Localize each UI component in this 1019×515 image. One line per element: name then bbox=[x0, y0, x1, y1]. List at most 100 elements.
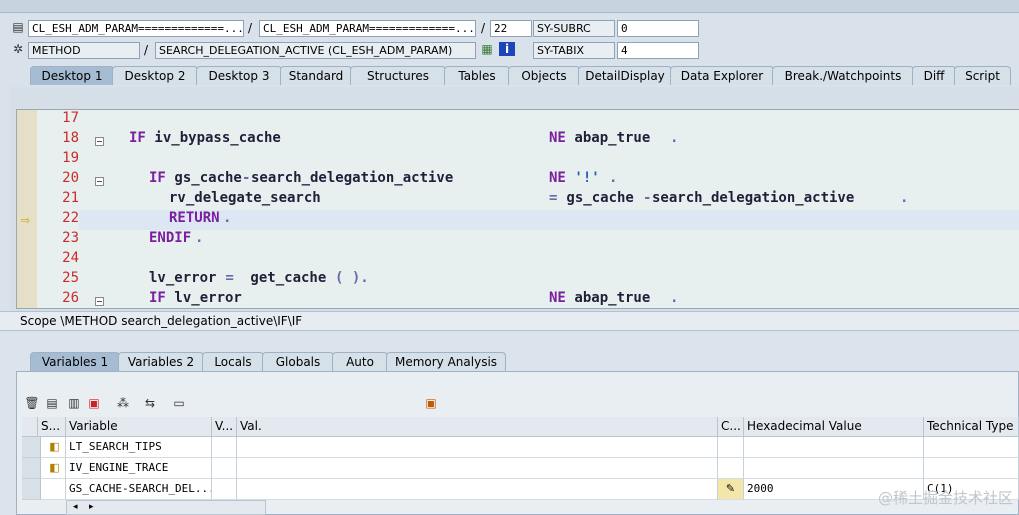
code-token: . bbox=[609, 170, 618, 186]
separator: / bbox=[248, 21, 253, 35]
code-token: get_cache bbox=[242, 270, 327, 286]
transfer-icon[interactable]: ⇆ bbox=[142, 396, 158, 410]
tab-variables-2[interactable]: Variables 2 bbox=[118, 352, 204, 371]
tab-desktop-1[interactable]: Desktop 1 bbox=[30, 66, 114, 85]
column-header-type[interactable]: Technical Type bbox=[924, 417, 1019, 437]
folder-icon[interactable]: ▭ bbox=[171, 396, 187, 410]
tab-memory-analysis[interactable]: Memory Analysis bbox=[386, 352, 506, 371]
execution-pointer-icon: ⇨ bbox=[21, 214, 31, 227]
column-header-value[interactable]: Val. bbox=[237, 417, 718, 437]
line-field[interactable]: 22 bbox=[490, 20, 532, 37]
line-number: 20 bbox=[62, 170, 79, 186]
code-token: IF bbox=[129, 130, 146, 146]
code-token: . bbox=[670, 290, 679, 306]
tab-auto[interactable]: Auto bbox=[332, 352, 388, 371]
tab-variables-1[interactable]: Variables 1 bbox=[30, 352, 120, 371]
desktop-tabs: Desktop 1 Desktop 2 Desktop 3 Standard S… bbox=[8, 66, 1019, 86]
variable-name[interactable]: GS_CACHE-SEARCH_DEL... bbox=[66, 479, 212, 500]
code-token: gs_cache bbox=[558, 190, 634, 206]
tab-structures[interactable]: Structures bbox=[350, 66, 446, 85]
code-editor[interactable]: ⇨ 17 18 19 20 21 22 23 24 25 26 IF iv_by… bbox=[16, 109, 1019, 309]
separator: / bbox=[144, 43, 149, 57]
code-token: abap_true bbox=[566, 290, 651, 306]
scope-bar: Scope \METHOD search_delegation_active\I… bbox=[0, 311, 1019, 331]
tab-data-explorer[interactable]: Data Explorer bbox=[670, 66, 774, 85]
tab-tables[interactable]: Tables bbox=[444, 66, 510, 85]
import-icon[interactable]: ▣ bbox=[86, 396, 102, 410]
code-token: search_delegation_active bbox=[251, 170, 454, 186]
row-selector[interactable] bbox=[22, 458, 41, 479]
delete-icon[interactable]: 🗑 bbox=[24, 396, 40, 410]
tree-icon[interactable]: ⁂ bbox=[115, 396, 131, 410]
sysfield-name-2: SY-TABIX bbox=[533, 42, 615, 59]
tab-breakpoints[interactable]: Break./Watchpoints bbox=[772, 66, 914, 85]
sysfield-value-1[interactable]: 0 bbox=[617, 20, 699, 37]
column-header-change[interactable]: C... bbox=[718, 417, 744, 437]
code-token: = bbox=[217, 270, 234, 286]
tab-desktop-2[interactable]: Desktop 2 bbox=[112, 66, 198, 85]
navigate-icon[interactable]: ▦ bbox=[479, 42, 495, 56]
code-token: - bbox=[242, 170, 251, 186]
column-header-hex[interactable]: Hexadecimal Value bbox=[744, 417, 924, 437]
table-icon: ◧ bbox=[41, 437, 66, 458]
info-icon[interactable]: i bbox=[499, 42, 515, 56]
tab-desktop-3[interactable]: Desktop 3 bbox=[196, 66, 282, 85]
code-token: - bbox=[643, 190, 652, 206]
column-header-variable[interactable]: Variable bbox=[66, 417, 212, 437]
variable-value[interactable] bbox=[237, 437, 718, 458]
variable-hex bbox=[744, 458, 924, 479]
export-icon[interactable]: ▥ bbox=[66, 396, 82, 410]
edit-pencil-icon[interactable]: ✎ bbox=[718, 479, 744, 500]
variable-change[interactable] bbox=[718, 458, 744, 479]
line-number: 24 bbox=[62, 250, 79, 266]
code-token: NE bbox=[549, 130, 566, 146]
horizontal-scrollbar[interactable]: ◂ ▸ bbox=[66, 500, 266, 515]
variable-v bbox=[212, 458, 237, 479]
code-token: NE bbox=[549, 170, 566, 186]
code-token: '!' bbox=[566, 170, 600, 186]
type-field: METHOD bbox=[28, 42, 140, 59]
column-header-v[interactable]: V... bbox=[212, 417, 237, 437]
tab-objects[interactable]: Objects bbox=[508, 66, 580, 85]
code-token: . bbox=[670, 130, 679, 146]
scroll-right-icon[interactable]: ▸ bbox=[89, 501, 94, 514]
program-icon: ▤ bbox=[12, 20, 24, 34]
scroll-left-icon[interactable]: ◂ bbox=[73, 501, 78, 514]
fold-icon[interactable] bbox=[95, 297, 104, 306]
fold-icon[interactable] bbox=[95, 177, 104, 186]
tab-standard[interactable]: Standard bbox=[280, 66, 352, 85]
line-number: 26 bbox=[62, 290, 79, 306]
breakpoint-gutter[interactable] bbox=[17, 110, 37, 308]
line-number: 21 bbox=[62, 190, 79, 206]
tab-detaildisplay[interactable]: DetailDisplay bbox=[578, 66, 672, 85]
code-token: ENDIF bbox=[149, 230, 192, 246]
variable-change[interactable] bbox=[718, 437, 744, 458]
variable-v bbox=[212, 479, 237, 500]
variable-value[interactable] bbox=[237, 479, 718, 500]
variable-hex bbox=[744, 437, 924, 458]
code-token: IF bbox=[149, 290, 166, 306]
document-icon[interactable]: ▤ bbox=[44, 396, 60, 410]
program-field[interactable]: CL_ESH_ADM_PARAM=============... bbox=[28, 20, 244, 37]
tab-globals[interactable]: Globals bbox=[262, 352, 334, 371]
save-icon[interactable]: ▣ bbox=[423, 396, 439, 410]
tab-script[interactable]: Script bbox=[954, 66, 1011, 85]
fold-icon[interactable] bbox=[95, 137, 104, 146]
sysfield-name-1: SY-SUBRC bbox=[533, 20, 615, 37]
current-line-highlight bbox=[79, 210, 1019, 230]
row-selector[interactable] bbox=[22, 437, 41, 458]
code-token: IF bbox=[149, 170, 166, 186]
variable-name[interactable]: IV_ENGINE_TRACE bbox=[66, 458, 212, 479]
tab-diff[interactable]: Diff bbox=[912, 66, 956, 85]
column-header-status[interactable]: S... bbox=[38, 417, 66, 437]
separator: / bbox=[481, 21, 486, 35]
tab-locals[interactable]: Locals bbox=[202, 352, 264, 371]
variable-name[interactable]: LT_SEARCH_TIPS bbox=[66, 437, 212, 458]
include-field[interactable]: CL_ESH_ADM_PARAM=============... bbox=[259, 20, 476, 37]
corner-cell bbox=[22, 417, 38, 437]
variable-value[interactable] bbox=[237, 458, 718, 479]
row-selector[interactable] bbox=[22, 479, 41, 500]
line-number: 18 bbox=[62, 130, 79, 146]
method-icon: ✲ bbox=[12, 42, 24, 56]
sysfield-value-2[interactable]: 4 bbox=[617, 42, 699, 59]
